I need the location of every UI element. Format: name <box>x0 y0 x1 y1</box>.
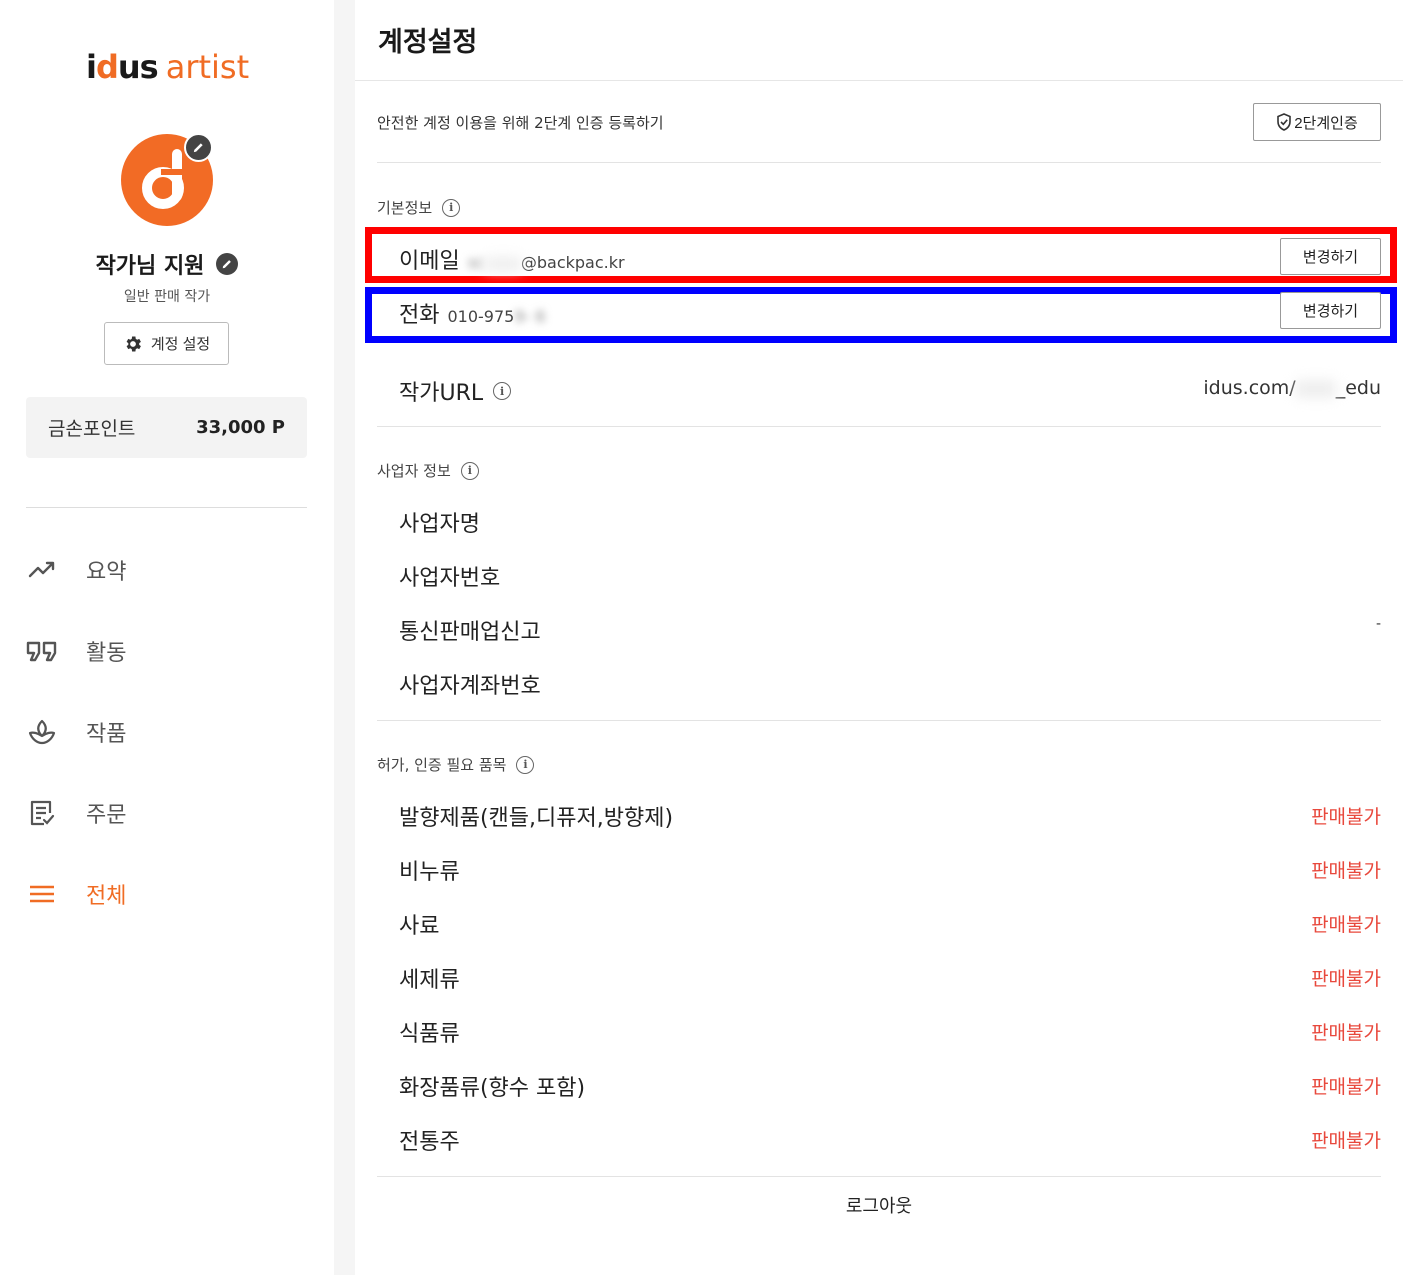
idus-artist-logo[interactable]: idus artist <box>86 48 249 88</box>
logout-button[interactable]: 로그아웃 <box>355 1192 1403 1218</box>
gear-icon <box>126 336 141 351</box>
url-prefix: idus.com/ <box>1203 377 1296 399</box>
points-value: 33,000 P <box>196 417 285 438</box>
shield-check-icon <box>1277 113 1292 131</box>
page-title: 계정설정 <box>378 27 478 58</box>
sidebar-item-label: 요약 <box>86 560 127 585</box>
email-row: 이메일 sc @backpac.kr <box>399 243 625 275</box>
permit-item-status: 판매불가 <box>1311 1022 1381 1044</box>
permit-item-status: 판매불가 <box>1311 914 1381 936</box>
permit-item-label: 전통주 <box>399 1130 460 1155</box>
avatar-edit-button[interactable] <box>184 133 213 162</box>
profile-role: 일반 판매 작가 <box>123 289 211 305</box>
trending-up-icon <box>26 554 58 586</box>
twofa-button[interactable]: 2단계인증 <box>1253 103 1381 141</box>
permit-item-status: 판매불가 <box>1311 968 1381 990</box>
email-masked: sc <box>467 253 485 272</box>
title-divider <box>355 80 1403 81</box>
points-label: 금손포인트 <box>48 418 136 440</box>
divider <box>377 720 1381 721</box>
twofa-button-label: 2단계인증 <box>1294 114 1358 132</box>
account-settings-label: 계정 설정 <box>150 336 211 353</box>
email-domain: @backpac.kr <box>520 253 625 272</box>
section-title-text: 허가, 인증 필요 품목 <box>377 756 507 774</box>
phone-change-button[interactable]: 변경하기 <box>1280 292 1381 329</box>
logo-artist: artist <box>165 48 250 86</box>
permit-item-status: 판매불가 <box>1311 1130 1381 1152</box>
info-icon[interactable]: i <box>460 461 479 480</box>
sidebar-item-label: 작품 <box>86 722 127 747</box>
info-icon[interactable]: i <box>493 382 512 400</box>
business-account-label: 사업자계좌번호 <box>399 674 541 699</box>
telecom-sales-value: - <box>1375 616 1381 632</box>
sidebar-item-activity[interactable]: 활동 <box>26 627 307 675</box>
sidebar-item-label: 주문 <box>86 803 127 828</box>
info-icon[interactable]: i <box>442 198 461 217</box>
sidebar-item-label: 전체 <box>86 884 127 909</box>
url-masked <box>1295 379 1336 398</box>
permit-section-title: 허가, 인증 필요 품목 i <box>377 754 535 775</box>
sidebar-divider <box>26 507 307 508</box>
info-icon[interactable]: i <box>516 755 535 774</box>
section-title-text: 기본정보 <box>377 199 433 217</box>
divider <box>377 162 1381 163</box>
author-url-label: 작가URL <box>399 381 484 406</box>
permit-item-label: 화장품류(향수 포함) <box>399 1076 586 1101</box>
sidebar-item-orders[interactable]: 주문 <box>26 789 307 837</box>
menu-icon <box>26 878 58 910</box>
sidebar-item-works[interactable]: 작품 <box>26 708 307 756</box>
account-settings-page: 계정설정 안전한 계정 이용을 위해 2단계 인증 등록하기 2단계인증 기본정… <box>355 0 1403 1275</box>
business-info-section-title: 사업자 정보 i <box>377 460 479 481</box>
quote-icon <box>26 635 58 667</box>
profile-name-row: 작가님 지원 <box>0 248 334 280</box>
permit-item-label: 발향제품(캔들,디퓨저,방향제) <box>399 806 674 831</box>
sidebar-item-all[interactable]: 전체 <box>26 870 307 918</box>
author-url-value[interactable]: idus.com/ _edu <box>1203 377 1381 399</box>
twofa-description: 안전한 계정 이용을 위해 2단계 인증 등록하기 <box>377 114 664 132</box>
basic-info-section-title: 기본정보 i <box>377 197 461 218</box>
email-change-button[interactable]: 변경하기 <box>1280 238 1381 275</box>
logo-idus: idus <box>86 48 159 86</box>
permit-item-status: 판매불가 <box>1311 860 1381 882</box>
telecom-sales-label: 통신판매업신고 <box>399 620 541 645</box>
permit-item-label: 식품류 <box>399 1022 460 1047</box>
permit-item-label: 비누류 <box>399 860 460 885</box>
phone-masked: 9- 6 <box>514 307 546 326</box>
profile-name: 작가님 지원 <box>95 254 205 279</box>
permit-item-status: 판매불가 <box>1311 1076 1381 1098</box>
phone-row: 전화 010-9759- 6 <box>399 297 546 329</box>
permit-item-label: 세제류 <box>399 968 460 993</box>
phone-number: 010-975 <box>447 307 515 326</box>
sidebar-item-summary[interactable]: 요약 <box>26 546 307 594</box>
business-name-label: 사업자명 <box>399 512 480 537</box>
sidebar: idus artist 작가님 지원 일반 판매 작가 계정 설정 금손포인트 … <box>0 0 334 1275</box>
business-number-label: 사업자번호 <box>399 566 501 591</box>
sidebar-gutter <box>334 0 355 1275</box>
name-edit-button[interactable] <box>216 253 239 275</box>
points-card[interactable]: 금손포인트 33,000 P <box>26 397 307 458</box>
plant-icon <box>26 716 58 748</box>
permit-item-label: 사료 <box>399 914 440 939</box>
email-value: sc @backpac.kr <box>468 253 625 272</box>
divider <box>377 1176 1381 1177</box>
pencil-icon <box>223 260 232 269</box>
account-settings-button[interactable]: 계정 설정 <box>104 322 229 365</box>
phone-value: 010-9759- 6 <box>447 307 545 326</box>
pencil-icon <box>193 143 203 153</box>
author-url-row: 작가URL i <box>399 375 512 407</box>
phone-label: 전화 <box>399 303 440 328</box>
email-label: 이메일 <box>399 249 460 274</box>
order-list-icon <box>26 797 58 829</box>
divider <box>377 426 1381 427</box>
permit-item-status: 판매불가 <box>1311 806 1381 828</box>
sidebar-item-label: 활동 <box>86 641 127 666</box>
section-title-text: 사업자 정보 <box>377 462 451 480</box>
url-suffix: _edu <box>1335 377 1381 399</box>
